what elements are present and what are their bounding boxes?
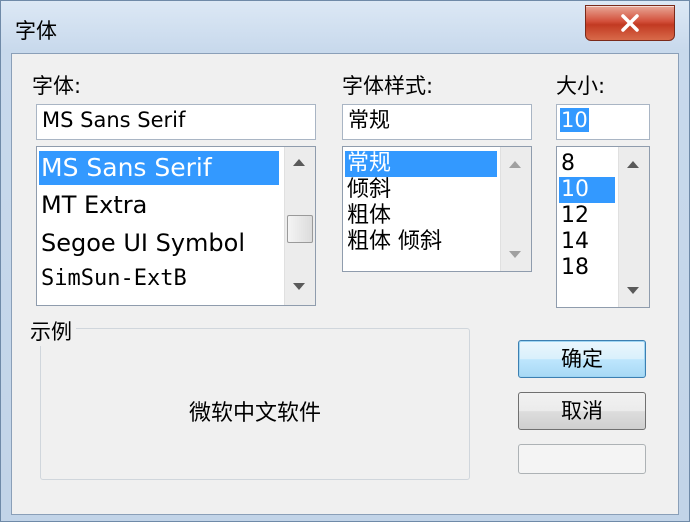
size-list[interactable]: 8 10 12 14 18 xyxy=(556,146,650,308)
list-item[interactable]: MT Extra xyxy=(39,189,147,221)
scroll-down-icon[interactable] xyxy=(293,283,305,290)
list-item[interactable]: MS Sans Serif xyxy=(39,151,279,185)
title-bar: 字体 xyxy=(1,1,689,51)
style-label: 字体样式: xyxy=(342,74,434,98)
scroll-down-icon[interactable] xyxy=(627,287,639,294)
list-item[interactable]: 粗体 xyxy=(345,203,391,229)
size-label: 大小: xyxy=(556,74,606,98)
window-title: 字体 xyxy=(15,19,57,43)
dialog-body: 字体: MS Sans Serif MS Sans Serif MT Extra… xyxy=(11,53,679,515)
apply-button[interactable] xyxy=(518,444,646,474)
scroll-up-icon[interactable] xyxy=(509,161,521,168)
sample-label: 示例 xyxy=(26,316,76,346)
font-scrollbar[interactable] xyxy=(284,147,315,305)
list-item[interactable]: 18 xyxy=(559,255,589,281)
ok-button[interactable]: 确定 xyxy=(518,340,646,378)
list-item[interactable]: Segoe UI Symbol xyxy=(39,227,245,259)
list-item[interactable]: 粗体 倾斜 xyxy=(345,229,442,255)
sample-text: 微软中文软件 xyxy=(188,401,321,426)
list-item[interactable]: 8 xyxy=(559,151,575,177)
scroll-up-icon[interactable] xyxy=(293,159,305,166)
font-list[interactable]: MS Sans Serif MT Extra Segoe UI Symbol S… xyxy=(36,146,316,306)
font-input[interactable]: MS Sans Serif xyxy=(36,104,316,140)
style-list[interactable]: 常规 倾斜 粗体 粗体 倾斜 xyxy=(342,146,532,272)
close-icon xyxy=(621,14,639,32)
font-label: 字体: xyxy=(32,74,82,98)
list-item[interactable]: 14 xyxy=(559,229,589,255)
size-input[interactable]: 10 xyxy=(556,104,650,140)
style-input[interactable]: 常规 xyxy=(342,104,532,140)
font-dialog: 字体 字体: MS Sans Serif MS Sans Serif MT Ex… xyxy=(0,0,690,522)
sample-group: 微软中文软件 xyxy=(40,328,470,480)
cancel-button[interactable]: 取消 xyxy=(518,392,646,430)
close-button[interactable] xyxy=(585,5,675,41)
list-item[interactable]: 常规 xyxy=(345,151,497,177)
list-item[interactable]: 12 xyxy=(559,203,589,229)
scroll-thumb[interactable] xyxy=(287,215,313,243)
list-item[interactable]: SimSun-ExtB xyxy=(39,263,187,295)
list-item[interactable]: 倾斜 xyxy=(345,177,391,203)
scroll-down-icon[interactable] xyxy=(509,251,521,258)
list-item[interactable]: 10 xyxy=(559,177,615,203)
scroll-up-icon[interactable] xyxy=(627,161,639,168)
size-input-value: 10 xyxy=(560,108,589,132)
style-scrollbar[interactable] xyxy=(500,147,531,271)
size-scrollbar[interactable] xyxy=(618,147,649,307)
